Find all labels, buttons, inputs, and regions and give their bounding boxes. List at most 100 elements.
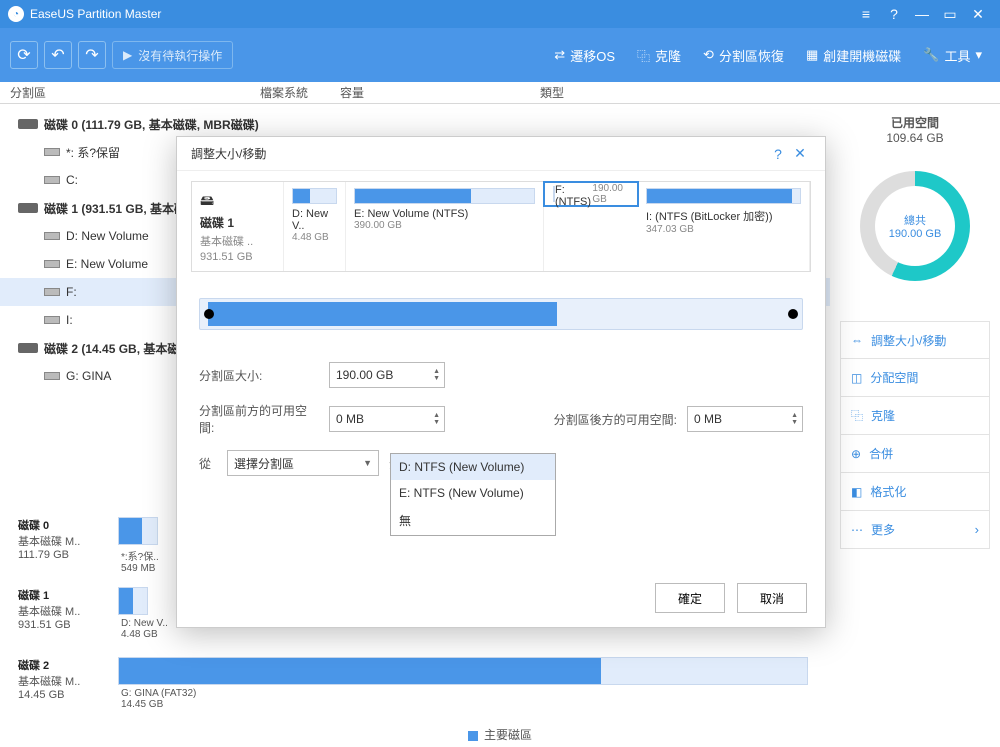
- close-button[interactable]: ✕: [964, 0, 992, 28]
- partition-label: C:: [66, 173, 78, 187]
- op-allocate-space[interactable]: ◫分配空間: [840, 359, 990, 397]
- partition-cell-i[interactable]: I: (NTFS (BitLocker 加密))347.03 GB: [638, 182, 810, 271]
- resize-move-dialog: 調整大小/移動 ? ✕ 🖴 磁碟 1 基本磁碟 .. 931.51 GB D: …: [176, 136, 826, 628]
- dropdown-arrow-icon: ▾: [975, 47, 982, 63]
- chevron-right-icon: ›: [975, 522, 979, 537]
- disk-icon: 🖴: [200, 192, 214, 208]
- resize-slider[interactable]: [199, 298, 803, 330]
- dialog-help-icon[interactable]: ?: [767, 146, 789, 162]
- disk-size: 931.51 GB: [18, 619, 71, 631]
- dropdown-option-none[interactable]: 無: [391, 506, 555, 535]
- slider-handle-right[interactable]: [788, 309, 798, 319]
- after-value: 0 MB: [694, 412, 796, 426]
- pending-text: 沒有待執行操作: [138, 47, 222, 64]
- disk-type: 基本磁碟 ..: [200, 233, 275, 249]
- bootable-media-button[interactable]: ▦創建開機磁碟: [798, 46, 909, 65]
- op-label: 更多: [871, 521, 895, 538]
- refresh-button[interactable]: ⟳: [10, 41, 38, 69]
- cancel-button[interactable]: 取消: [737, 583, 807, 613]
- dialog-close-icon[interactable]: ✕: [789, 145, 811, 162]
- disk-icon: [18, 203, 38, 213]
- space-after-input[interactable]: 0 MB▲▼: [687, 406, 803, 432]
- partition-icon: [44, 372, 60, 380]
- spinner-arrows-icon[interactable]: ▲▼: [433, 368, 440, 382]
- dialog-header: 調整大小/移動 ? ✕: [177, 137, 825, 171]
- op-label: 克隆: [871, 407, 895, 424]
- migrate-os-label: 遷移OS: [570, 46, 615, 65]
- op-label: 合併: [869, 445, 893, 462]
- legend-label: 主要磁區: [484, 728, 532, 742]
- migrate-os-button[interactable]: ⇄ 遷移OS: [546, 46, 623, 65]
- seg-size: 4.48 GB: [121, 629, 158, 640]
- partition-size-label: 分割區大小:: [199, 367, 319, 384]
- disk-1-label: 磁碟 1 (931.51 GB, 基本磁: [44, 200, 186, 217]
- recovery-icon: ⟲: [703, 47, 714, 63]
- op-resize-move[interactable]: ⇔ 調整大小/移動: [840, 321, 990, 359]
- op-clone[interactable]: ⿻克隆: [840, 397, 990, 435]
- space-before-input[interactable]: 0 MB▲▼: [329, 406, 445, 432]
- disk-icon: [18, 119, 38, 129]
- ok-button[interactable]: 確定: [655, 583, 725, 613]
- tools-button[interactable]: 🔧工具▾: [915, 46, 990, 65]
- partition-name: I: (NTFS (BitLocker 加密)): [646, 208, 801, 224]
- op-merge[interactable]: ⊕合併: [840, 435, 990, 473]
- disk-type: 基本磁碟 M..: [18, 536, 80, 548]
- maximize-button[interactable]: ▭: [936, 0, 964, 28]
- op-more[interactable]: ⋯更多›: [840, 511, 990, 549]
- op-label: 格式化: [870, 483, 906, 500]
- op-format[interactable]: ◧格式化: [840, 473, 990, 511]
- partition-size: 190.00 GB: [592, 183, 629, 205]
- partition-recovery-button[interactable]: ⟲ 分割區恢復: [695, 46, 792, 65]
- partition-name: E: New Volume (NTFS): [354, 208, 535, 220]
- redo-button[interactable]: ↷: [78, 41, 106, 69]
- partition-size: 390.00 GB: [354, 220, 535, 231]
- partition-segment[interactable]: D: New V..4.48 GB: [118, 587, 148, 615]
- help-button[interactable]: ?: [880, 0, 908, 28]
- resize-icon: ⇔: [851, 333, 863, 347]
- disk-0-label: 磁碟 0 (111.79 GB, 基本磁碟, MBR磁碟): [44, 116, 259, 133]
- partition-segment[interactable]: G: GINA (FAT32)14.45 GB: [118, 657, 808, 685]
- op-label: 調整大小/移動: [871, 332, 946, 349]
- migrate-icon: ⇄: [554, 47, 565, 63]
- legend-swatch-icon: [468, 731, 478, 741]
- disk-name: 磁碟 1: [18, 590, 49, 602]
- right-panel: 已用空間109.64 GB 總共190.00 GB ⇔調整大小/移動 ◫分配空間…: [830, 104, 1000, 734]
- wrench-icon: 🔧: [923, 47, 939, 63]
- partition-segment[interactable]: *:系?保..549 MB: [118, 517, 158, 545]
- minimize-button[interactable]: —: [908, 0, 936, 28]
- dropdown-option-e[interactable]: E: NTFS (New Volume): [391, 480, 555, 506]
- partition-icon: [44, 176, 60, 184]
- disk-type: 基本磁碟 M..: [18, 676, 80, 688]
- usage-donut-chart: 總共190.00 GB: [860, 171, 970, 281]
- partition-label: E: New Volume: [66, 257, 148, 271]
- space-after-label: 分割區後方的可用空間:: [554, 411, 677, 428]
- partition-cell-f[interactable]: F: (NTFS)190.00 GB: [543, 181, 639, 207]
- partition-label: *: 系?保留: [66, 144, 120, 161]
- partition-size: 4.48 GB: [292, 232, 337, 243]
- slider-handle-left[interactable]: [204, 309, 214, 319]
- spinner-arrows-icon[interactable]: ▲▼: [433, 412, 440, 426]
- disk-name: 磁碟 1: [200, 214, 275, 231]
- chevron-down-icon: ▼: [363, 458, 372, 468]
- partition-cell-e[interactable]: E: New Volume (NTFS)390.00 GB: [346, 182, 544, 271]
- from-partition-select[interactable]: 選擇分割區▼: [227, 450, 379, 476]
- spinner-arrows-icon[interactable]: ▲▼: [791, 412, 798, 426]
- play-icon: ▶: [123, 48, 132, 62]
- recovery-label: 分割區恢復: [719, 46, 784, 65]
- partition-label: I:: [66, 313, 73, 327]
- window-menu-button[interactable]: ≡: [852, 0, 880, 28]
- seg-size: 14.45 GB: [121, 699, 163, 710]
- partition-icon: [44, 316, 60, 324]
- partition-name: D: New V..: [292, 208, 337, 232]
- slider-fill: [208, 302, 557, 326]
- partition-icon: [44, 260, 60, 268]
- space-before-label: 分割區前方的可用空間:: [199, 402, 319, 436]
- undo-button[interactable]: ↶: [44, 41, 72, 69]
- clone-button[interactable]: ⿻克隆: [629, 46, 689, 65]
- disk-0-node[interactable]: 磁碟 0 (111.79 GB, 基本磁碟, MBR磁碟): [0, 110, 830, 138]
- column-headers: 分割區 檔案系統 容量 類型: [0, 82, 1000, 104]
- partition-icon: [44, 232, 60, 240]
- partition-size-input[interactable]: 190.00 GB▲▼: [329, 362, 445, 388]
- dropdown-option-d[interactable]: D: NTFS (New Volume): [391, 454, 555, 480]
- partition-cell-d[interactable]: D: New V..4.48 GB: [284, 182, 346, 271]
